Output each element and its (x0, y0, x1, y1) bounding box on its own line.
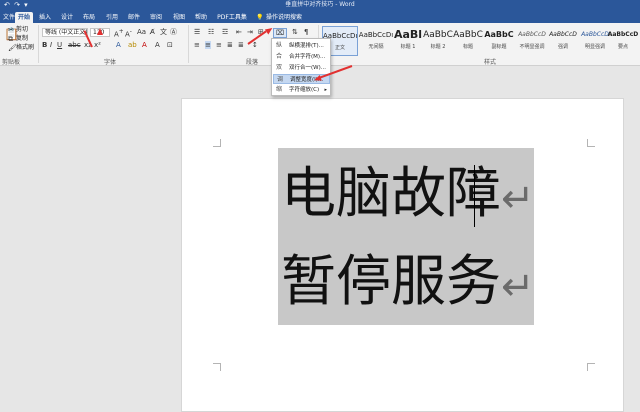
menu-item-label: 双行合一(W)... (289, 65, 326, 71)
change-case-icon[interactable]: Aa (137, 28, 146, 36)
menu-item-combine-characters[interactable]: 合合并字符(M)... (273, 52, 330, 62)
menu-item-combine-vertical[interactable]: 纵纵横混排(T)... (273, 41, 330, 51)
font-name-combobox[interactable]: 等线 (中文正文) (42, 28, 88, 37)
style-no-spacing[interactable]: AaBbCcDı 无间隔 (358, 26, 394, 56)
line-spacing-icon[interactable]: ↕ (252, 41, 258, 49)
margin-corner-top-right (587, 139, 595, 147)
paragraph-mark: ↵ (501, 176, 535, 222)
tab-help[interactable]: 帮助 (193, 12, 209, 23)
sort-icon[interactable]: ⇅ (292, 28, 298, 36)
multilevel-list-icon[interactable]: ☲ (222, 28, 228, 36)
underline-icon[interactable]: U (57, 41, 62, 49)
line-2-text: 暂停服务 (281, 249, 502, 313)
menu-item-label: 纵横混排(T)... (289, 43, 324, 49)
paragraph-mark: ↵ (501, 264, 535, 310)
justify-icon[interactable]: ≣ (227, 41, 233, 49)
style-preview: AaBbC (484, 30, 514, 39)
font-color-icon[interactable]: A (142, 41, 147, 49)
align-center-icon[interactable]: ≡ (205, 41, 211, 49)
align-right-icon[interactable]: ≡ (216, 41, 222, 49)
line-1-text: 电脑故障 (281, 161, 502, 225)
tab-review[interactable]: 审阅 (148, 12, 164, 23)
style-name: 要点 (617, 44, 628, 50)
combine-characters-icon: 合 (276, 53, 283, 60)
tab-file[interactable]: 文件 (2, 12, 16, 23)
menu-item-character-scaling[interactable]: 缩字符缩放(C) ▸ (273, 85, 330, 95)
style-subtitle[interactable]: AaBbC 副标题 (481, 26, 517, 56)
document-line-2[interactable]: 暂停服务↵ (281, 246, 535, 322)
tab-view[interactable]: 视图 (171, 12, 187, 23)
show-marks-icon[interactable]: ¶ (304, 28, 308, 36)
grow-font-icon[interactable]: A+ (114, 28, 124, 38)
bold-icon[interactable]: B (42, 41, 47, 49)
lightbulb-icon: 💡 (256, 14, 264, 21)
vertical-text-icon: 纵 (276, 42, 283, 49)
superscript-icon[interactable]: x² (94, 41, 101, 49)
tab-pdf-tools[interactable]: PDF工具集 (217, 12, 247, 23)
align-left-icon[interactable]: ≡ (194, 41, 200, 49)
group-divider (38, 25, 39, 63)
paragraph-group-label: 段落 (246, 59, 259, 66)
bullets-icon[interactable]: ☰ (194, 28, 200, 36)
asian-layout-menu: 纵纵横混排(T)... 合合并字符(M)... 双双行合一(W)... 调调整宽… (271, 38, 331, 96)
format-painter-button[interactable]: 格式刷 (16, 44, 34, 52)
annotation-arrow-font-size-head (97, 28, 103, 35)
phonetic-guide-icon[interactable]: 文 (160, 28, 167, 36)
text-cursor (474, 165, 475, 227)
style-name: 无间隔 (368, 44, 384, 50)
text-effects-icon[interactable]: A (116, 41, 121, 49)
styles-group-label: 样式 (484, 59, 497, 66)
document-line-1[interactable]: 电脑故障↵ (281, 158, 535, 234)
numbering-icon[interactable]: ☷ (208, 28, 214, 36)
distributed-icon[interactable]: ≣ (238, 41, 244, 49)
character-border-icon[interactable]: ⊡ (167, 41, 173, 49)
ribbon-tab-bar: 文件 开始 插入 设计 布局 引用 邮件 审阅 视图 帮助 PDF工具集 💡 操… (0, 10, 640, 23)
style-name: 副标题 (491, 44, 507, 50)
italic-icon[interactable]: I (50, 41, 52, 49)
style-preview: AaBbCcD (607, 31, 639, 38)
copy-icon: ⧉ (8, 35, 13, 43)
adjust-width-icon: 调 (277, 76, 284, 83)
style-strong[interactable]: AaBbCcD 要点 (606, 26, 640, 56)
font-group-label: 字体 (104, 59, 117, 66)
shrink-font-icon[interactable]: A- (125, 28, 132, 38)
window-title: 垂直拼中对齐技巧 - Word (285, 1, 355, 8)
submenu-arrow-icon: ▸ (324, 87, 327, 93)
margin-corner-bottom-left (213, 363, 221, 371)
clear-formatting-icon[interactable]: A̸ (150, 28, 155, 36)
copy-button[interactable]: 复制 (16, 35, 28, 43)
margin-corner-bottom-right (587, 363, 595, 371)
two-lines-icon: 双 (276, 64, 283, 71)
tab-references[interactable]: 引用 (104, 12, 120, 23)
character-shading-icon[interactable]: A (155, 41, 160, 49)
highlight-icon[interactable]: ab (128, 41, 137, 49)
tab-mailings[interactable]: 邮件 (126, 12, 142, 23)
decrease-indent-icon[interactable]: ⇤ (236, 28, 242, 36)
tab-layout[interactable]: 布局 (81, 12, 97, 23)
tell-me-search[interactable]: 操作说明搜索 (266, 12, 302, 23)
tab-home[interactable]: 开始 (15, 12, 33, 23)
style-emphasis[interactable]: AaBbCcD 强调 (545, 26, 581, 56)
asian-layout-button[interactable]: ⌧ (273, 28, 287, 38)
character-scaling-icon: 缩 (276, 86, 283, 93)
style-preview: AaBbCcD (549, 31, 577, 38)
menu-item-two-lines-in-one[interactable]: 双双行合一(W)... (273, 63, 330, 73)
tab-design[interactable]: 设计 (59, 12, 75, 23)
tab-insert[interactable]: 插入 (37, 12, 53, 23)
margin-corner-top-left (213, 139, 221, 147)
style-preview: AaBbCcDı (358, 31, 394, 39)
strikethrough-icon[interactable]: abc (68, 41, 81, 49)
scissors-icon: ✂ (8, 26, 14, 34)
group-divider (188, 25, 189, 63)
increase-indent-icon[interactable]: ⇥ (247, 28, 253, 36)
title-bar: ↶ ↷ ▾ 垂直拼中对齐技巧 - Word (0, 0, 640, 10)
menu-item-label: 合并字符(M)... (289, 54, 326, 60)
enclose-characters-icon[interactable]: Ⓐ (170, 28, 177, 36)
menu-item-label: 字符缩放(C) (289, 87, 320, 93)
clipboard-group-label: 剪贴板 (2, 59, 21, 66)
style-name: 强调 (557, 44, 568, 50)
cut-button[interactable]: 剪切 (16, 26, 28, 34)
